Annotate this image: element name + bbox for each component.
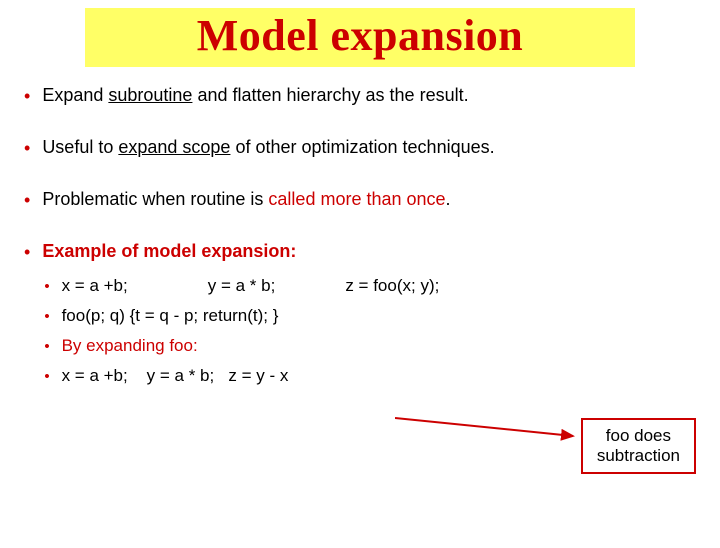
code-fragment: x = a +b;: [62, 366, 128, 385]
bullet-text-4: Example of model expansion: • x = a +b; y…: [42, 241, 690, 396]
code-fragment: y = a * b;: [208, 276, 276, 295]
text-by-expanding: By expanding foo:: [62, 336, 198, 356]
slide-title: Model expansion: [95, 10, 625, 61]
bullet-icon: •: [44, 278, 49, 295]
arrow-icon: [395, 414, 585, 444]
bullet-text-3: Problematic when routine is called more …: [42, 189, 690, 210]
code-fragment: z = foo(x; y);: [345, 276, 439, 295]
sub-bullet-list: • x = a +b; y = a * b; z = foo(x; y); • fo…: [44, 276, 690, 386]
text-fragment: Useful to: [42, 137, 118, 157]
text-fragment: .: [446, 189, 451, 209]
code-line-1: x = a +b; y = a * b; z = foo(x; y);: [62, 276, 440, 296]
sub-item-1: • x = a +b; y = a * b; z = foo(x; y);: [44, 276, 690, 296]
text-expand-scope: expand scope: [118, 137, 230, 157]
callout-box: foo does subtraction: [581, 418, 696, 474]
code-fragment: x = a +b;: [62, 276, 128, 295]
bullet-item-2: • Useful to expand scope of other optimi…: [24, 137, 690, 159]
sub-item-4: • x = a +b; y = a * b; z = y - x: [44, 366, 690, 386]
bullet-item-4: • Example of model expansion: • x = a +b…: [24, 241, 690, 396]
text-fragment: By expanding foo:: [62, 336, 198, 355]
code-fragment: z = y - x: [228, 366, 288, 385]
text-called-more: called more than once: [268, 189, 445, 209]
bullet-icon: •: [24, 138, 30, 159]
text-fragment: Problematic when routine is: [42, 189, 268, 209]
text-fragment: and flatten hierarchy as the result.: [192, 85, 468, 105]
bullet-icon: •: [44, 308, 49, 325]
main-bullet-list: • Expand subroutine and flatten hierarch…: [0, 85, 720, 396]
bullet-icon: •: [24, 86, 30, 107]
bullet-icon: •: [44, 338, 49, 355]
sub-item-3: • By expanding foo:: [44, 336, 690, 356]
code-line-2: foo(p; q) {t = q - p; return(t); }: [62, 306, 279, 326]
text-fragment: of other optimization techniques.: [230, 137, 494, 157]
title-banner: Model expansion: [85, 8, 635, 67]
bullet-text-1: Expand subroutine and flatten hierarchy …: [42, 85, 690, 106]
callout-line-1: foo does: [597, 426, 680, 446]
bullet-icon: •: [44, 368, 49, 385]
bullet-icon: •: [24, 242, 30, 263]
text-subroutine: subroutine: [108, 85, 192, 105]
code-line-4: x = a +b; y = a * b; z = y - x: [62, 366, 289, 386]
bullet-item-1: • Expand subroutine and flatten hierarch…: [24, 85, 690, 107]
bullet-text-2: Useful to expand scope of other optimiza…: [42, 137, 690, 158]
text-example-heading: Example of model expansion:: [42, 241, 296, 261]
sub-item-2: • foo(p; q) {t = q - p; return(t); }: [44, 306, 690, 326]
callout-line-2: subtraction: [597, 446, 680, 466]
bullet-icon: •: [24, 190, 30, 211]
bullet-item-3: • Problematic when routine is called mor…: [24, 189, 690, 211]
code-fragment: y = a * b;: [147, 366, 215, 385]
code-fragment: foo(p; q) {t = q - p; return(t); }: [62, 306, 279, 325]
text-fragment: Expand: [42, 85, 108, 105]
